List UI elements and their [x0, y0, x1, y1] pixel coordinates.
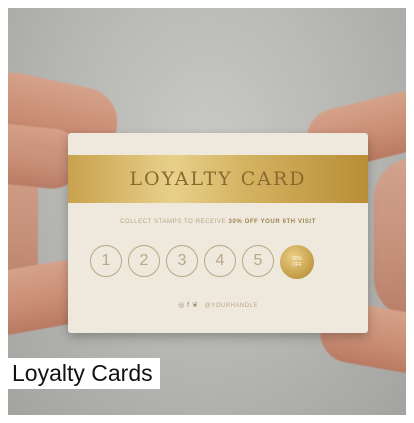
stamp-slot: 3 — [166, 245, 198, 277]
social-handle: @YOURHANDLE — [204, 303, 258, 309]
card-social: ◎ f ❦ @YOURHANDLE — [68, 301, 368, 309]
card-instruction-reward: 30% OFF YOUR 6TH VISIT — [228, 219, 316, 225]
stamp-slot: 5 — [242, 245, 274, 277]
stamp-slot: 1 — [90, 245, 122, 277]
right-hand — [374, 158, 406, 318]
card-instruction: COLLECT STAMPS TO RECEIVE 30% OFF YOUR 6… — [68, 219, 368, 225]
reward-stamp-line2: OFF — [292, 262, 302, 268]
product-tile[interactable]: LOYALTY CARD COLLECT STAMPS TO RECEIVE 3… — [8, 8, 406, 415]
card-title: LOYALTY CARD — [129, 168, 307, 190]
stamp-slot: 4 — [204, 245, 236, 277]
card-instruction-prefix: COLLECT STAMPS TO RECEIVE — [120, 219, 227, 225]
stamp-row: 1 2 3 4 5 30% OFF — [90, 245, 314, 279]
social-icons: ◎ f ❦ — [178, 302, 199, 309]
caption-label: Loyalty Cards — [12, 360, 153, 386]
stamp-slot: 2 — [128, 245, 160, 277]
reward-stamp: 30% OFF — [280, 245, 314, 279]
tile-caption[interactable]: Loyalty Cards — [8, 358, 160, 389]
loyalty-card: LOYALTY CARD COLLECT STAMPS TO RECEIVE 3… — [68, 133, 368, 333]
card-gold-band: LOYALTY CARD — [68, 155, 368, 203]
